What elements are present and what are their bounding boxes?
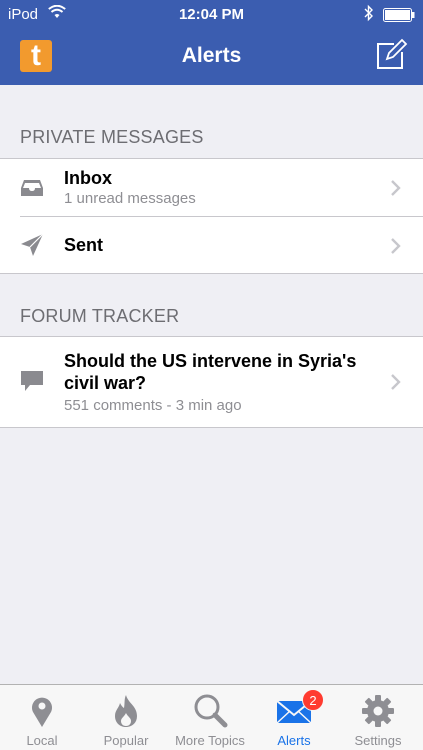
compose-icon[interactable] <box>374 38 408 72</box>
magnifier-icon <box>194 694 228 728</box>
tab-label: Local <box>26 733 58 748</box>
flame-icon <box>115 695 137 727</box>
sent-title: Sent <box>64 235 104 255</box>
tab-alerts[interactable]: 2 Alerts <box>252 685 336 750</box>
thread-title-line2: civil war? <box>64 373 147 393</box>
alerts-badge: 2 <box>302 689 324 711</box>
list-item-sent[interactable]: Sent <box>0 217 423 274</box>
nav-bar: t Alerts <box>0 30 423 85</box>
list-item-inbox[interactable]: Inbox 1 unread messages <box>0 159 423 216</box>
tab-label: Popular <box>103 733 149 748</box>
tab-more-topics[interactable]: More Topics <box>168 685 252 750</box>
tab-local[interactable]: Local <box>0 685 84 750</box>
forum-tracker-group: Should the US intervene in Syria's civil… <box>0 336 423 428</box>
inbox-title: Inbox <box>64 168 112 188</box>
battery-icon <box>383 8 415 22</box>
gear-icon <box>362 695 394 727</box>
status-time: 12:04 PM <box>178 6 245 23</box>
chevron-right-icon <box>391 238 401 254</box>
tab-settings[interactable]: Settings <box>336 685 420 750</box>
tab-popular[interactable]: Popular <box>84 685 168 750</box>
chevron-right-icon <box>391 180 401 196</box>
page-title: Alerts <box>181 44 242 67</box>
thread-title-line1: Should the US intervene in Syria's <box>64 351 357 371</box>
paper-plane-icon <box>21 233 44 256</box>
inbox-tray-icon <box>21 180 43 196</box>
inbox-subtitle: 1 unread messages <box>64 190 196 207</box>
tab-label: Alerts <box>277 733 311 748</box>
speech-bubble-icon <box>21 371 43 391</box>
location-pin-icon <box>32 697 52 727</box>
tab-bar: Local Popular More Topics 2 Alerts Setti… <box>0 684 423 750</box>
thread-meta: 551 comments - 3 min ago <box>64 397 242 414</box>
tab-label: More Topics <box>175 733 245 748</box>
bluetooth-icon <box>364 4 373 22</box>
header-bar: iPod 12:04 PM t Alerts <box>0 0 423 85</box>
chevron-right-icon <box>391 374 401 390</box>
tab-label: Settings <box>354 733 402 748</box>
section-header-forum-tracker: FORUM TRACKER <box>20 306 180 326</box>
status-bar: iPod 12:04 PM <box>0 0 423 30</box>
list-item-forum-thread[interactable]: Should the US intervene in Syria's civil… <box>0 337 423 427</box>
private-messages-group: Inbox 1 unread messages Sent <box>0 158 423 274</box>
section-header-private-messages: PRIVATE MESSAGES <box>20 127 204 147</box>
